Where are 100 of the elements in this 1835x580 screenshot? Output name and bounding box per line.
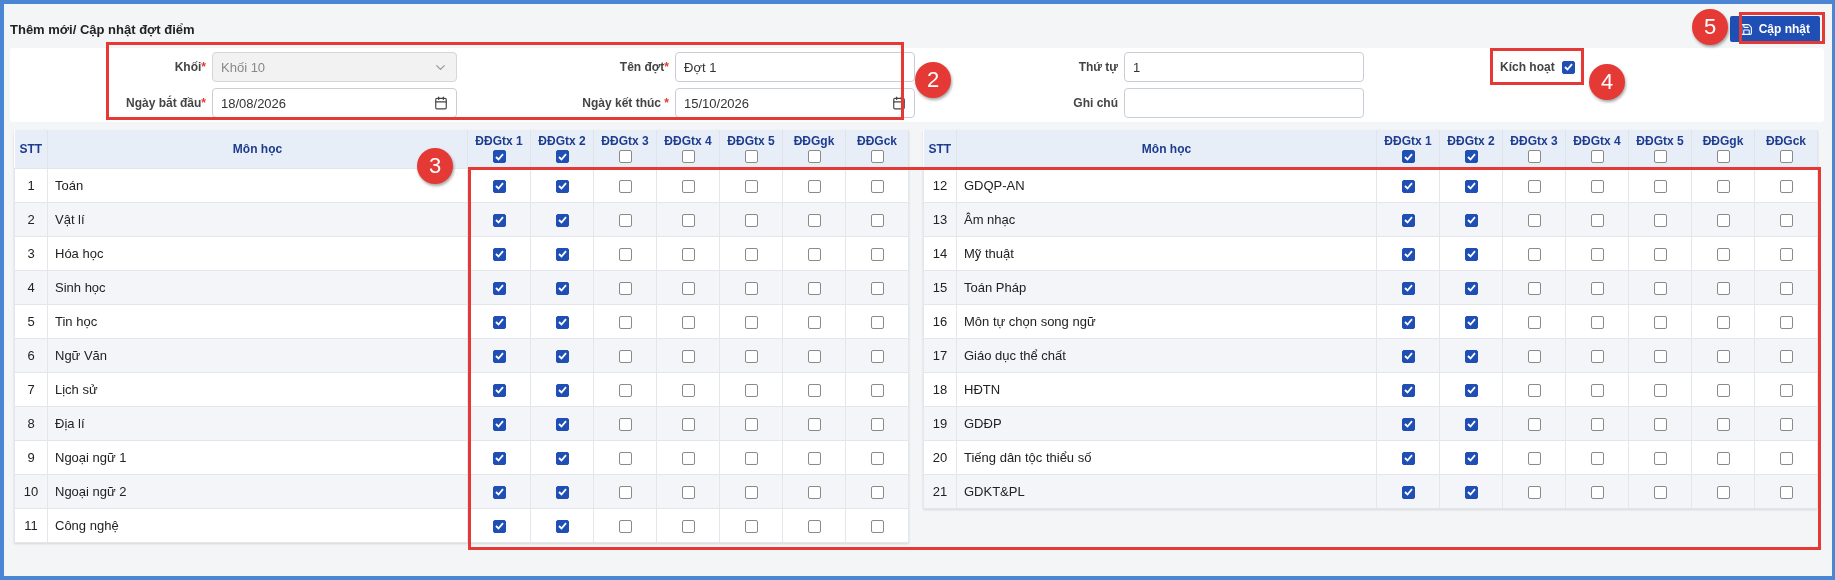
checkbox[interactable] [1401, 485, 1415, 499]
checkbox[interactable] [492, 451, 506, 465]
checkbox[interactable] [618, 150, 632, 164]
checkbox[interactable] [807, 281, 821, 295]
checkbox[interactable] [870, 281, 884, 295]
checkbox[interactable] [1779, 417, 1793, 431]
checkbox[interactable] [744, 519, 758, 533]
checkbox[interactable] [744, 281, 758, 295]
checkbox[interactable] [1590, 213, 1604, 227]
checkbox[interactable] [1590, 179, 1604, 193]
checkbox[interactable] [681, 315, 695, 329]
checkbox[interactable] [1401, 179, 1415, 193]
checkbox[interactable] [555, 179, 569, 193]
checkbox[interactable] [618, 485, 632, 499]
checkbox[interactable] [1590, 281, 1604, 295]
checkbox[interactable] [618, 281, 632, 295]
checkbox[interactable] [1401, 451, 1415, 465]
checkbox[interactable] [681, 485, 695, 499]
checkbox[interactable] [492, 349, 506, 363]
checkbox[interactable] [1653, 150, 1667, 164]
checkbox[interactable] [1527, 150, 1541, 164]
checkbox[interactable] [492, 150, 506, 164]
checkbox[interactable] [807, 349, 821, 363]
checkbox[interactable] [870, 247, 884, 261]
checkbox[interactable] [744, 451, 758, 465]
checkbox[interactable] [870, 519, 884, 533]
checkbox[interactable] [870, 349, 884, 363]
checkbox[interactable] [807, 315, 821, 329]
checkbox[interactable] [1653, 349, 1667, 363]
checkbox[interactable] [744, 485, 758, 499]
checkbox[interactable] [1464, 349, 1478, 363]
checkbox[interactable] [618, 451, 632, 465]
checkbox[interactable] [1779, 451, 1793, 465]
checkbox[interactable] [870, 150, 884, 164]
checkbox[interactable] [807, 383, 821, 397]
checkbox[interactable] [618, 213, 632, 227]
checkbox[interactable] [1779, 179, 1793, 193]
checkbox[interactable] [1464, 213, 1478, 227]
checkbox[interactable] [1527, 451, 1541, 465]
checkbox[interactable] [492, 281, 506, 295]
checkbox[interactable] [681, 281, 695, 295]
checkbox[interactable] [555, 247, 569, 261]
checkbox[interactable] [870, 451, 884, 465]
checkbox[interactable] [1716, 281, 1730, 295]
checkbox[interactable] [1590, 417, 1604, 431]
input-field[interactable] [1124, 88, 1364, 118]
checkbox[interactable] [1401, 349, 1415, 363]
checkbox[interactable] [807, 213, 821, 227]
input-field[interactable]: 1 [1124, 52, 1364, 82]
checkbox[interactable] [744, 417, 758, 431]
checkbox[interactable] [492, 213, 506, 227]
checkbox[interactable] [1527, 417, 1541, 431]
checkbox[interactable] [1653, 451, 1667, 465]
checkbox[interactable] [1716, 383, 1730, 397]
checkbox[interactable] [681, 417, 695, 431]
checkbox[interactable] [744, 349, 758, 363]
checkbox[interactable] [681, 519, 695, 533]
checkbox[interactable] [1590, 150, 1604, 164]
date-field[interactable]: 18/08/2026 [212, 88, 457, 118]
checkbox[interactable] [492, 485, 506, 499]
checkbox[interactable] [618, 247, 632, 261]
checkbox[interactable] [1464, 485, 1478, 499]
checkbox[interactable] [1590, 349, 1604, 363]
checkbox[interactable] [1779, 315, 1793, 329]
checkbox[interactable] [555, 150, 569, 164]
checkbox[interactable] [1401, 150, 1415, 164]
checkbox[interactable] [1464, 383, 1478, 397]
checkbox[interactable] [555, 383, 569, 397]
checkbox[interactable] [1464, 247, 1478, 261]
checkbox[interactable] [555, 451, 569, 465]
checkbox[interactable] [1716, 417, 1730, 431]
checkbox[interactable] [1779, 213, 1793, 227]
checkbox[interactable] [1527, 179, 1541, 193]
checkbox[interactable] [744, 315, 758, 329]
checkbox[interactable] [1401, 315, 1415, 329]
checkbox[interactable] [1527, 485, 1541, 499]
checkbox[interactable] [1779, 485, 1793, 499]
checkbox[interactable] [807, 451, 821, 465]
checkbox[interactable] [1590, 247, 1604, 261]
checkbox[interactable] [1527, 349, 1541, 363]
checkbox[interactable] [1716, 485, 1730, 499]
checkbox[interactable] [1779, 349, 1793, 363]
checkbox[interactable] [1779, 383, 1793, 397]
checkbox[interactable] [1716, 315, 1730, 329]
checkbox[interactable] [1401, 417, 1415, 431]
checkbox[interactable] [1653, 417, 1667, 431]
checkbox[interactable] [1653, 213, 1667, 227]
checkbox[interactable] [744, 213, 758, 227]
checkbox[interactable] [870, 485, 884, 499]
checkbox[interactable] [555, 213, 569, 227]
input-field[interactable]: Đợt 1 [675, 52, 915, 82]
checkbox[interactable] [1716, 179, 1730, 193]
checkbox[interactable] [492, 519, 506, 533]
checkbox[interactable] [681, 349, 695, 363]
checkbox[interactable] [1779, 247, 1793, 261]
checkbox[interactable] [744, 383, 758, 397]
checkbox[interactable] [1779, 281, 1793, 295]
checkbox[interactable] [1590, 485, 1604, 499]
update-button[interactable]: Cập nhật [1729, 16, 1820, 42]
checkbox[interactable] [1653, 247, 1667, 261]
